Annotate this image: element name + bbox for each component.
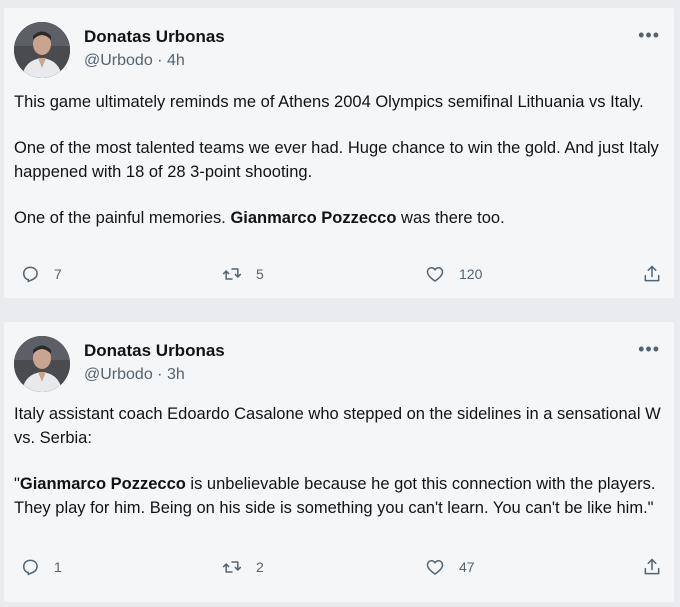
- like-button[interactable]: 47: [425, 555, 475, 579]
- timestamp[interactable]: 3h: [167, 366, 185, 383]
- author-handle[interactable]: @Urbodo: [84, 52, 153, 69]
- share-icon: [644, 558, 660, 575]
- retweet-icon: [222, 268, 242, 280]
- more-icon[interactable]: •••: [638, 26, 660, 44]
- retweet-icon: [222, 561, 242, 573]
- avatar-photo: [14, 22, 70, 78]
- tweet-card[interactable]: Donatas Urbonas @Urbodo · 3h ••• Italy a…: [4, 322, 674, 602]
- tweet-paragraph: "Gianmarco Pozzecco is unbelievable beca…: [14, 472, 662, 520]
- tweet-text: Italy assistant coach Edoardo Casalone w…: [14, 402, 662, 520]
- text-run: Italy assistant coach Edoardo Casalone w…: [14, 405, 661, 447]
- handle-and-time: @Urbodo · 3h: [84, 366, 185, 384]
- retweet-count: 2: [256, 559, 264, 575]
- reply-button[interactable]: 1: [20, 555, 62, 579]
- like-count: 120: [459, 266, 483, 282]
- reply-count: 7: [54, 266, 62, 282]
- avatar-photo: [14, 336, 70, 392]
- author-name[interactable]: Donatas Urbonas: [84, 27, 225, 47]
- author-name[interactable]: Donatas Urbonas: [84, 341, 225, 361]
- action-bar: 1 2 47: [4, 555, 674, 579]
- retweet-count: 5: [256, 266, 264, 282]
- like-count: 47: [459, 559, 475, 575]
- tweet-paragraph: One of the painful memories. Gianmarco P…: [14, 206, 662, 230]
- avatar[interactable]: [14, 22, 70, 78]
- reply-icon: [23, 559, 38, 576]
- share-button[interactable]: [642, 555, 662, 579]
- tweet-paragraph: One of the most talented teams we ever h…: [14, 136, 662, 184]
- retweet-button[interactable]: 5: [222, 262, 264, 286]
- share-button[interactable]: [642, 262, 662, 286]
- text-run: was there too.: [396, 209, 505, 227]
- mention-bold: Gianmarco Pozzecco: [19, 475, 186, 493]
- reply-count: 1: [54, 559, 62, 575]
- text-run: One of the most talented teams we ever h…: [14, 139, 659, 181]
- heart-icon: [426, 560, 444, 575]
- reply-button[interactable]: 7: [20, 262, 62, 286]
- author-handle[interactable]: @Urbodo: [84, 366, 153, 383]
- retweet-button[interactable]: 2: [222, 555, 264, 579]
- separator: ·: [152, 52, 167, 69]
- avatar[interactable]: [14, 336, 70, 392]
- text-run: One of the painful memories.: [14, 209, 231, 227]
- timestamp[interactable]: 4h: [167, 52, 185, 69]
- handle-and-time: @Urbodo · 4h: [84, 52, 185, 70]
- share-icon: [644, 265, 660, 282]
- mention-bold: Gianmarco Pozzecco: [230, 209, 397, 227]
- more-icon[interactable]: •••: [638, 340, 660, 358]
- action-bar: 7 5 120: [4, 262, 674, 286]
- separator: ·: [152, 366, 167, 383]
- heart-icon: [426, 267, 444, 282]
- tweet-text: This game ultimately reminds me of Athen…: [14, 90, 662, 230]
- tweet-paragraph: This game ultimately reminds me of Athen…: [14, 90, 662, 114]
- tweet-card[interactable]: Donatas Urbonas @Urbodo · 4h ••• This ga…: [4, 8, 674, 298]
- like-button[interactable]: 120: [425, 262, 482, 286]
- tweet-paragraph: Italy assistant coach Edoardo Casalone w…: [14, 402, 662, 450]
- text-run: This game ultimately reminds me of Athen…: [14, 93, 644, 111]
- reply-icon: [23, 266, 38, 283]
